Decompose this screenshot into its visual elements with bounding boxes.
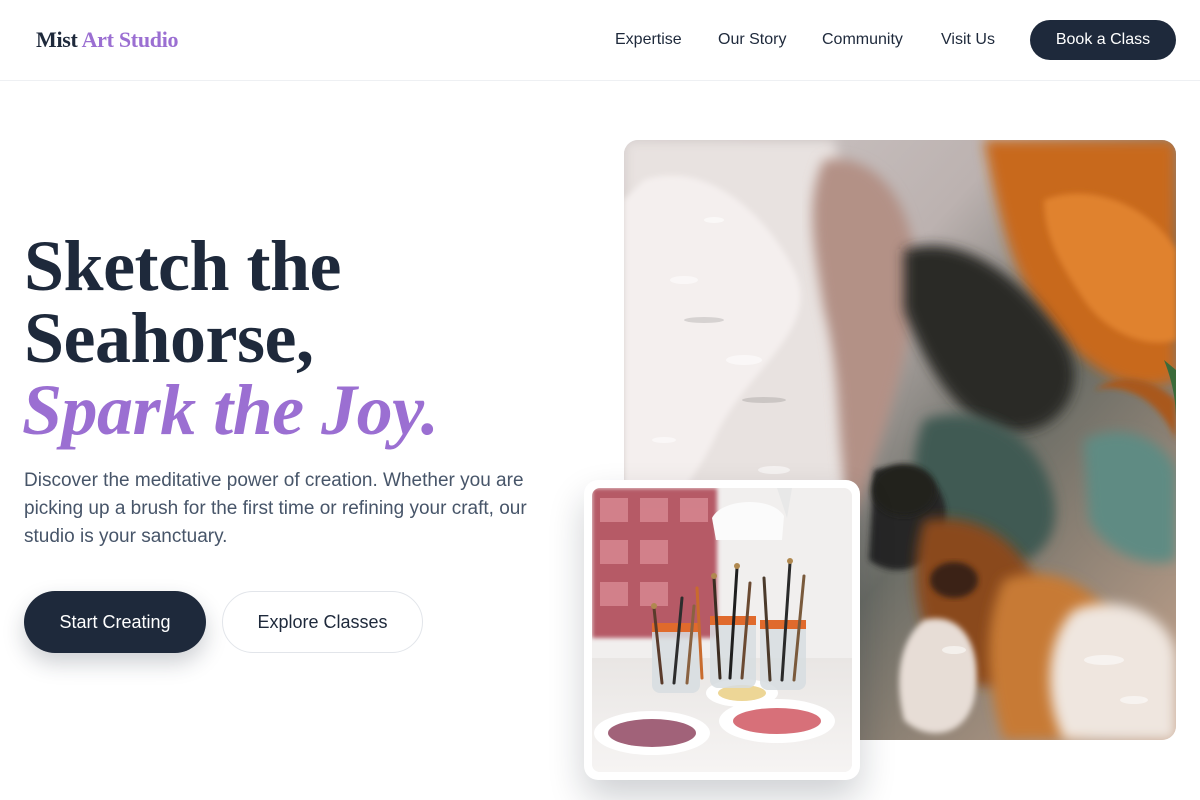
brand-logo[interactable]: Mist Art Studio [36,27,179,53]
headline-line-1: Sketch the [24,226,342,306]
book-class-button[interactable]: Book a Class [1030,20,1176,60]
headline-line-2: Seahorse, [24,298,314,378]
nav-expertise[interactable]: Expertise [615,30,682,50]
start-creating-button[interactable]: Start Creating [24,591,206,653]
nav-visit-us[interactable]: Visit Us [941,30,995,50]
hero-description: Discover the meditative power of creatio… [24,470,527,547]
nav-community[interactable]: Community [822,30,903,50]
hero-headline: Sketch the Seahorse, Spark the Joy. [22,230,584,450]
logo-art-studio: Art Studio [81,27,179,52]
explore-classes-button[interactable]: Explore Classes [222,591,423,653]
site-header: Mist Art Studio Expertise Our Story Comm… [0,0,1200,81]
nav-our-story[interactable]: Our Story [718,30,786,50]
headline-accent: Spark the Joy. [22,370,439,450]
paintbrush-jars-image [592,488,852,772]
logo-mist: Mist [36,27,78,52]
inset-photo-card [584,480,860,780]
